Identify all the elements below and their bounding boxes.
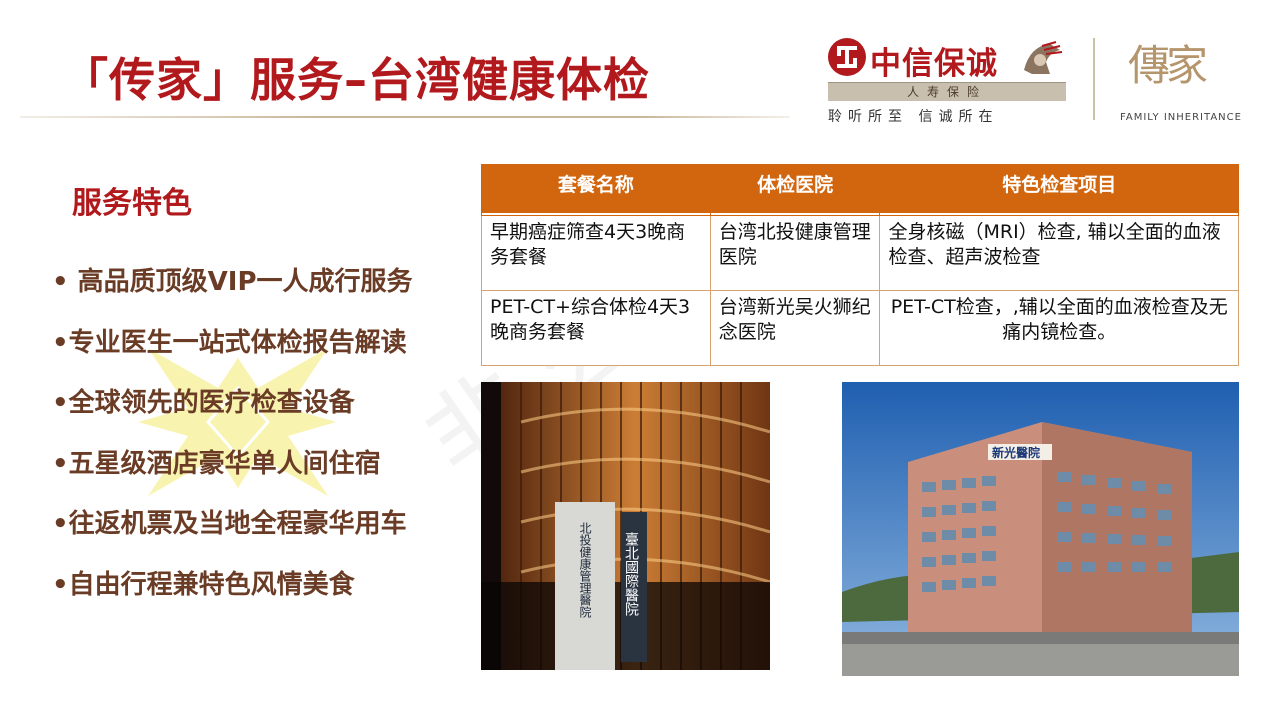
column-header-package: 套餐名称 [481,164,711,216]
logo-name: 中信保诚 [870,46,998,82]
column-header-exams: 特色检查项目 [879,164,1239,216]
photo1-sign2: 北投健康管理醫院 [578,522,592,618]
brand-mark: 傳家 [1128,41,1208,90]
cell-hospital: 台湾新光吴火狮纪念医院 [709,290,881,366]
cell-package: 早期癌症筛查4天3晚商务套餐 [481,215,711,291]
title-divider [20,116,790,118]
table-row: 早期癌症筛查4天3晚商务套餐 台湾北投健康管理医院 全身核磁（MRI）检查, 辅… [481,215,1239,291]
package-table: 套餐名称 体检医院 特色检查项目 早期癌症筛查4天3晚商务套餐 台湾北投健康管理… [481,164,1239,366]
feature-item: •专业医生一站式体检报告解读 [52,327,407,358]
cell-package: PET-CT+综合体检4天3晚商务套餐 [481,290,711,366]
brand-caption: FAMILY INHERITANCE [1120,112,1242,123]
feature-item: • 高品质顶级VIP一人成行服务 [52,267,413,297]
cell-exams: PET-CT检查，,辅以全面的血液检查及无痛内镜检查。 [879,290,1239,366]
family-inheritance-brand: 傳家 FAMILY INHERITANCE [1118,28,1244,128]
logo-divider [1093,38,1095,120]
page-title: 「传家」服务–台湾健康体检 [62,53,650,107]
prudential-lady-icon [1024,41,1063,74]
feature-list: • 高品质顶级VIP一人成行服务 •专业医生一站式体检报告解读 •全球领先的医疗… [52,262,452,625]
cell-exams: 全身核磁（MRI）检查, 辅以全面的血液检查、超声波检查 [879,215,1239,291]
feature-item: •自由行程兼特色风情美食 [52,569,355,600]
beitou-hospital-photo: 臺北國際醫院 北投健康管理醫院 [481,382,770,670]
logo-subtitle-bar: 人寿保险 [828,82,1066,101]
cell-hospital: 台湾北投健康管理医院 [709,215,881,291]
photo2-sign: 新光醫院 [992,445,1040,460]
table-row: PET-CT+综合体检4天3晚商务套餐 台湾新光吴火狮纪念医院 PET-CT检查… [481,290,1239,366]
company-logo: 中信保诚 人寿保险 聆听所至 信诚所在 [826,36,1074,126]
logo-subtitle: 人寿保险 [906,85,987,99]
feature-item: •往返机票及当地全程豪华用车 [52,509,407,539]
column-header-hospital: 体检医院 [709,164,881,216]
shinkong-hospital-photo: 新光醫院 [842,382,1239,676]
feature-item: •全球领先的医疗检查设备 [52,388,355,418]
photo1-sign: 臺北國際醫院 [623,532,639,617]
feature-item: •五星级酒店豪华单人间住宿 [52,448,381,479]
citic-emblem-icon [828,38,866,76]
logo-slogan: 聆听所至 信诚所在 [828,109,999,125]
section-heading: 服务特色 [72,186,192,221]
table-header-row: 套餐名称 体检医院 特色检查项目 [481,164,1239,216]
